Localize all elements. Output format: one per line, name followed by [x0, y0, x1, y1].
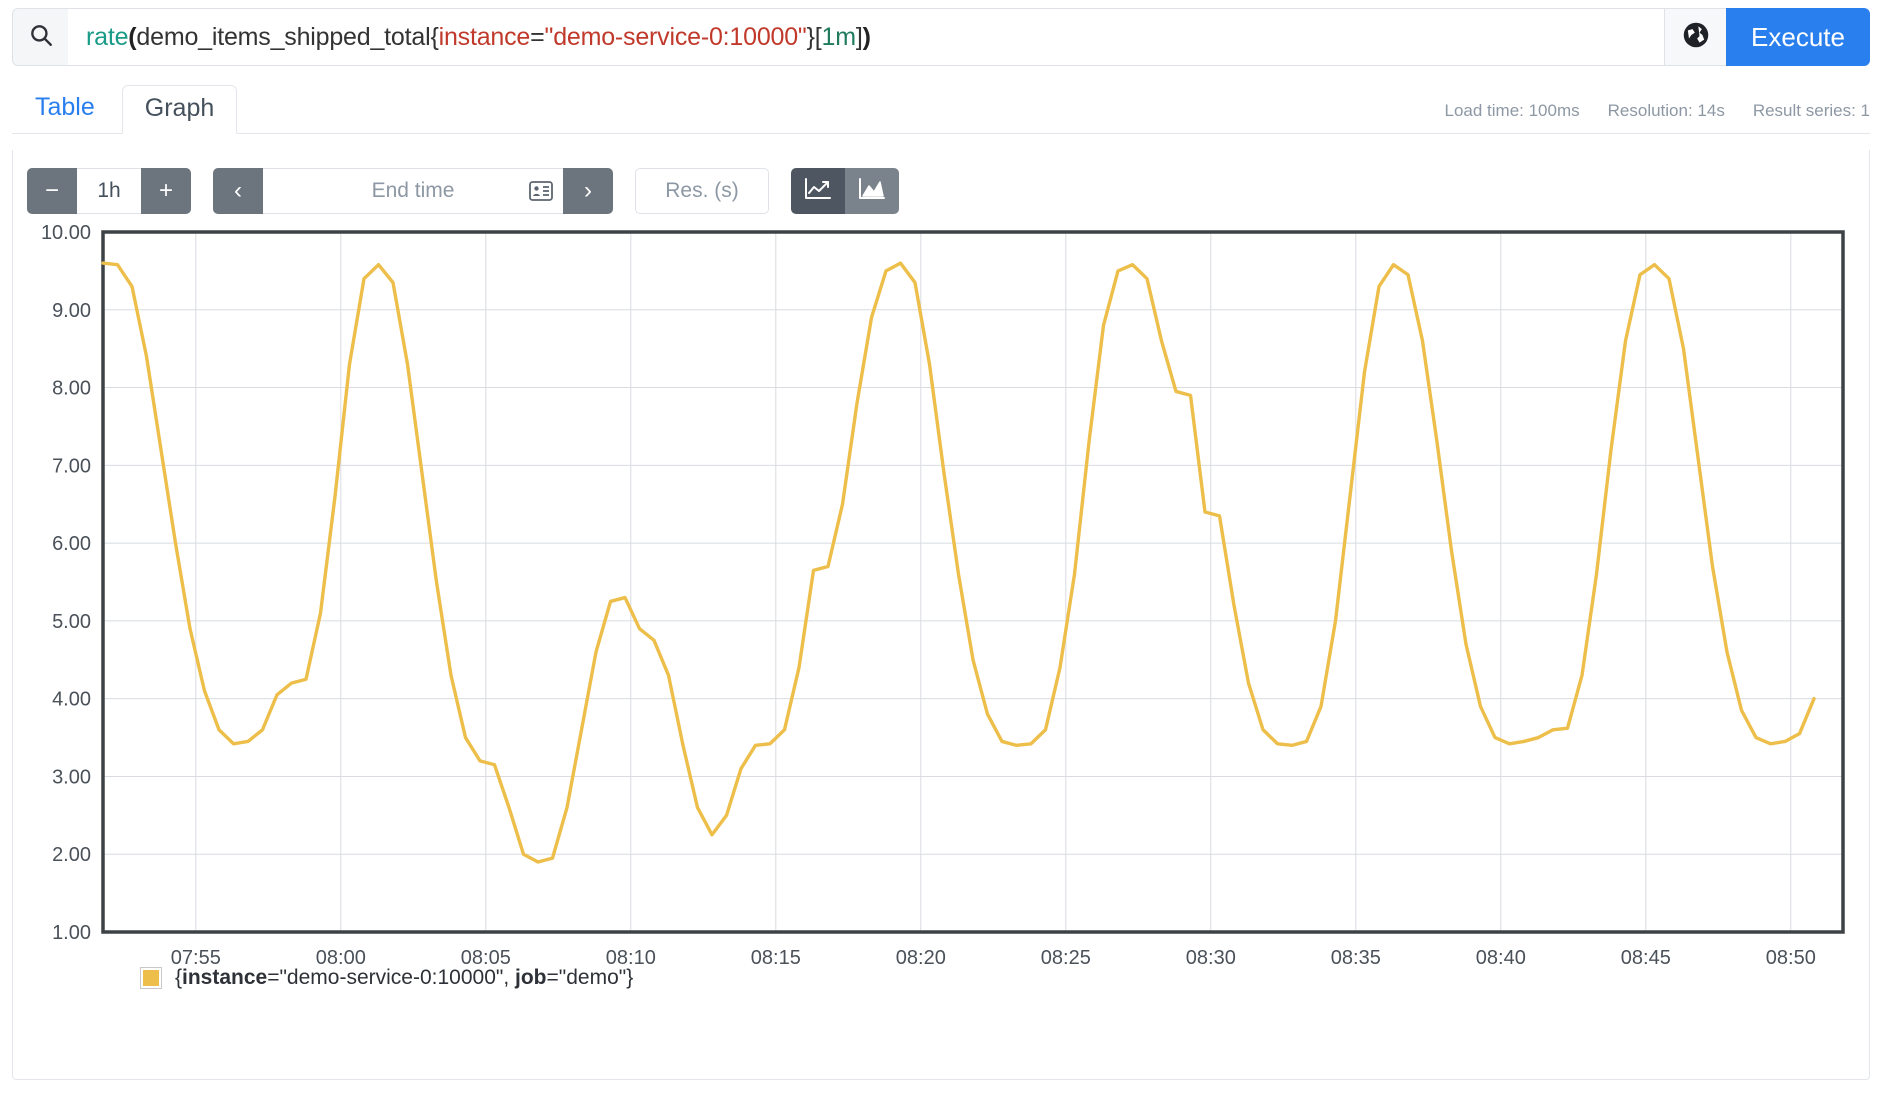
query-token-duration: 1m	[821, 22, 857, 51]
tab-graph[interactable]: Graph	[121, 85, 238, 134]
svg-text:1.00: 1.00	[52, 922, 91, 944]
svg-text:10.00: 10.00	[41, 224, 91, 244]
graph-controls-toolbar: − 1h + ‹ End time › Res. (s)	[13, 164, 1869, 218]
line-chart-icon	[803, 176, 833, 207]
svg-text:08:05: 08:05	[461, 947, 511, 969]
chart-type-area-button[interactable]	[845, 168, 899, 214]
query-token-equals: =	[530, 22, 545, 51]
query-token-close-bracket: ]	[855, 22, 863, 51]
query-token-label-key: instance	[438, 22, 531, 51]
query-token-label-value: "demo-service-0:10000"	[544, 22, 807, 51]
svg-text:08:00: 08:00	[316, 947, 366, 969]
range-increase-button[interactable]: +	[141, 168, 191, 214]
graph-panel: − 1h + ‹ End time › Res. (s) 10.00 9.00 …	[12, 150, 1870, 1080]
query-expression-input[interactable]: rate(demo_items_shipped_total{instance = "…	[68, 8, 1665, 66]
svg-text:08:15: 08:15	[751, 947, 801, 969]
svg-text:7.00: 7.00	[52, 455, 91, 477]
search-icon	[28, 22, 54, 53]
end-time-control-group: ‹ End time ›	[213, 168, 613, 214]
query-token-close-paren: )	[862, 22, 871, 51]
svg-text:5.00: 5.00	[52, 611, 91, 633]
query-bar: rate(demo_items_shipped_total{instance = "…	[12, 8, 1870, 66]
query-token-close-brace: }	[806, 22, 815, 51]
svg-text:07:55: 07:55	[171, 947, 221, 969]
search-icon-addon	[12, 8, 68, 66]
svg-text:8.00: 8.00	[52, 378, 91, 400]
end-time-placeholder: End time	[371, 179, 455, 202]
stat-result-series: Result series: 1	[1752, 101, 1870, 120]
execute-button[interactable]: Execute	[1726, 8, 1870, 66]
svg-text:2.00: 2.00	[52, 844, 91, 866]
query-token-open-bracket: [	[814, 22, 822, 51]
calendar-icon[interactable]	[529, 180, 553, 202]
svg-text:08:50: 08:50	[1766, 947, 1816, 969]
svg-text:08:40: 08:40	[1476, 947, 1526, 969]
chart-svg: 10.00 9.00 8.00 7.00 6.00 5.00 4.00 3.00 2.00 1.0…	[41, 224, 1845, 969]
chart-type-line-button[interactable]	[791, 168, 845, 214]
svg-text:08:10: 08:10	[606, 947, 656, 969]
svg-text:9.00: 9.00	[52, 300, 91, 322]
query-token-function: rate	[86, 22, 129, 51]
query-token-open-paren: (	[128, 22, 137, 51]
tabs-row: Table Graph Load time: 100ms Resolution:…	[12, 78, 1870, 134]
svg-text:08:45: 08:45	[1621, 947, 1671, 969]
range-input[interactable]: 1h	[77, 168, 141, 214]
svg-text:08:20: 08:20	[896, 947, 946, 969]
svg-text:3.00: 3.00	[52, 766, 91, 788]
svg-text:08:35: 08:35	[1331, 947, 1381, 969]
resolution-input[interactable]: Res. (s)	[635, 168, 769, 214]
range-control-group: − 1h +	[27, 168, 191, 214]
svg-text:6.00: 6.00	[52, 533, 91, 555]
query-token-open-brace: {	[430, 22, 439, 51]
metrics-explorer-button[interactable]	[1664, 8, 1727, 66]
query-stats: Load time: 100ms Resolution: 14s Result …	[1445, 101, 1871, 133]
end-time-input[interactable]: End time	[263, 168, 563, 214]
tab-table[interactable]: Table	[12, 84, 118, 133]
chart-type-toggle-group	[791, 168, 899, 214]
stat-load-time: Load time: 100ms	[1444, 101, 1580, 120]
globe-icon	[1682, 21, 1710, 54]
svg-text:08:30: 08:30	[1186, 947, 1236, 969]
svg-text:08:25: 08:25	[1041, 947, 1091, 969]
query-token-metric: demo_items_shipped_total	[136, 22, 431, 51]
graph-chart[interactable]: 10.00 9.00 8.00 7.00 6.00 5.00 4.00 3.00 2.00 1.0…	[25, 224, 1857, 969]
range-decrease-button[interactable]: −	[27, 168, 77, 214]
view-tabs: Table Graph	[12, 78, 238, 134]
time-step-forward-button[interactable]: ›	[563, 168, 613, 214]
area-chart-icon	[857, 176, 887, 207]
time-step-backward-button[interactable]: ‹	[213, 168, 263, 214]
stat-resolution: Resolution: 14s	[1607, 101, 1725, 120]
svg-text:4.00: 4.00	[52, 689, 91, 711]
